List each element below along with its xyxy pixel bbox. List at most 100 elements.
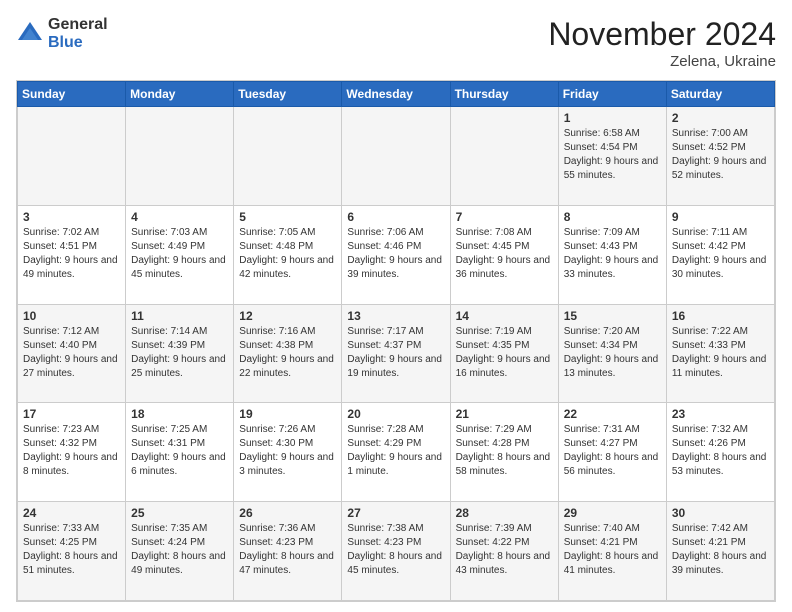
day-cell-1-0: 3 Sunrise: 7:02 AM Sunset: 4:51 PM Daylig… [18, 205, 126, 304]
day-info: Sunrise: 7:02 AM Sunset: 4:51 PM Dayligh… [23, 226, 120, 282]
day-number: 24 [23, 506, 120, 520]
day-number: 11 [131, 309, 228, 323]
day-cell-2-6: 16 Sunrise: 7:22 AM Sunset: 4:33 PM Dayli… [666, 304, 774, 403]
logo-general-text: General [48, 16, 108, 34]
day-cell-0-0 [18, 107, 126, 206]
day-info: Sunrise: 7:36 AM Sunset: 4:23 PM Dayligh… [239, 522, 336, 578]
col-wednesday: Wednesday [342, 82, 450, 107]
day-number: 21 [456, 407, 553, 421]
day-number: 5 [239, 210, 336, 224]
day-info: Sunrise: 7:31 AM Sunset: 4:27 PM Dayligh… [564, 423, 661, 479]
col-friday: Friday [558, 82, 666, 107]
day-number: 25 [131, 506, 228, 520]
col-sunday: Sunday [18, 82, 126, 107]
day-info: Sunrise: 7:38 AM Sunset: 4:23 PM Dayligh… [347, 522, 444, 578]
day-cell-2-2: 12Sunrise: 7:16 AM Sunset: 4:38 PM Dayli… [234, 304, 342, 403]
day-info: Sunrise: 7:00 AM Sunset: 4:52 PM Dayligh… [672, 127, 769, 183]
day-cell-3-2: 19 Sunrise: 7:26 AM Sunset: 4:30 PM Dayli… [234, 403, 342, 502]
day-info: Sunrise: 7:29 AM Sunset: 4:28 PM Dayligh… [456, 423, 553, 479]
week-row-3: 10Sunrise: 7:12 AM Sunset: 4:40 PM Dayli… [18, 304, 775, 403]
week-row-1: 1 Sunrise: 6:58 AM Sunset: 4:54 PM Daylig… [18, 107, 775, 206]
day-number: 7 [456, 210, 553, 224]
day-cell-0-1 [126, 107, 234, 206]
day-number: 12 [239, 309, 336, 323]
day-cell-1-5: 8Sunrise: 7:09 AM Sunset: 4:43 PM Daylig… [558, 205, 666, 304]
day-number: 23 [672, 407, 769, 421]
day-number: 14 [456, 309, 553, 323]
day-cell-1-3: 6 Sunrise: 7:06 AM Sunset: 4:46 PM Daylig… [342, 205, 450, 304]
day-info: Sunrise: 7:14 AM Sunset: 4:39 PM Dayligh… [131, 325, 228, 381]
col-thursday: Thursday [450, 82, 558, 107]
day-cell-2-0: 10Sunrise: 7:12 AM Sunset: 4:40 PM Dayli… [18, 304, 126, 403]
day-number: 28 [456, 506, 553, 520]
day-number: 1 [564, 111, 661, 125]
day-number: 26 [239, 506, 336, 520]
logo-icon [16, 20, 44, 48]
week-row-5: 24Sunrise: 7:33 AM Sunset: 4:25 PM Dayli… [18, 502, 775, 601]
day-cell-3-0: 17 Sunrise: 7:23 AM Sunset: 4:32 PM Dayli… [18, 403, 126, 502]
day-number: 2 [672, 111, 769, 125]
day-number: 8 [564, 210, 661, 224]
day-info: Sunrise: 7:11 AM Sunset: 4:42 PM Dayligh… [672, 226, 769, 282]
col-saturday: Saturday [666, 82, 774, 107]
day-number: 6 [347, 210, 444, 224]
day-cell-4-5: 29Sunrise: 7:40 AM Sunset: 4:21 PM Dayli… [558, 502, 666, 601]
day-info: Sunrise: 7:12 AM Sunset: 4:40 PM Dayligh… [23, 325, 120, 381]
col-monday: Monday [126, 82, 234, 107]
day-info: Sunrise: 7:39 AM Sunset: 4:22 PM Dayligh… [456, 522, 553, 578]
day-number: 20 [347, 407, 444, 421]
day-info: Sunrise: 7:25 AM Sunset: 4:31 PM Dayligh… [131, 423, 228, 479]
day-number: 4 [131, 210, 228, 224]
day-number: 15 [564, 309, 661, 323]
day-cell-2-1: 11 Sunrise: 7:14 AM Sunset: 4:39 PM Dayli… [126, 304, 234, 403]
day-cell-3-5: 22 Sunrise: 7:31 AM Sunset: 4:27 PM Dayli… [558, 403, 666, 502]
day-cell-1-1: 4 Sunrise: 7:03 AM Sunset: 4:49 PM Daylig… [126, 205, 234, 304]
day-cell-0-5: 1 Sunrise: 6:58 AM Sunset: 4:54 PM Daylig… [558, 107, 666, 206]
day-number: 19 [239, 407, 336, 421]
day-number: 16 [672, 309, 769, 323]
day-cell-1-6: 9Sunrise: 7:11 AM Sunset: 4:42 PM Daylig… [666, 205, 774, 304]
day-info: Sunrise: 7:23 AM Sunset: 4:32 PM Dayligh… [23, 423, 120, 479]
day-info: Sunrise: 6:58 AM Sunset: 4:54 PM Dayligh… [564, 127, 661, 183]
day-info: Sunrise: 7:08 AM Sunset: 4:45 PM Dayligh… [456, 226, 553, 282]
day-number: 29 [564, 506, 661, 520]
day-info: Sunrise: 7:26 AM Sunset: 4:30 PM Dayligh… [239, 423, 336, 479]
day-info: Sunrise: 7:22 AM Sunset: 4:33 PM Dayligh… [672, 325, 769, 381]
day-cell-4-0: 24Sunrise: 7:33 AM Sunset: 4:25 PM Dayli… [18, 502, 126, 601]
day-number: 17 [23, 407, 120, 421]
month-title: November 2024 [548, 16, 776, 53]
col-tuesday: Tuesday [234, 82, 342, 107]
day-number: 13 [347, 309, 444, 323]
day-cell-3-4: 21 Sunrise: 7:29 AM Sunset: 4:28 PM Dayli… [450, 403, 558, 502]
day-cell-4-6: 30Sunrise: 7:42 AM Sunset: 4:21 PM Dayli… [666, 502, 774, 601]
day-cell-0-2 [234, 107, 342, 206]
day-info: Sunrise: 7:05 AM Sunset: 4:48 PM Dayligh… [239, 226, 336, 282]
day-cell-0-4 [450, 107, 558, 206]
day-number: 27 [347, 506, 444, 520]
day-info: Sunrise: 7:28 AM Sunset: 4:29 PM Dayligh… [347, 423, 444, 479]
day-cell-2-3: 13Sunrise: 7:17 AM Sunset: 4:37 PM Dayli… [342, 304, 450, 403]
day-info: Sunrise: 7:35 AM Sunset: 4:24 PM Dayligh… [131, 522, 228, 578]
day-number: 22 [564, 407, 661, 421]
day-cell-3-1: 18Sunrise: 7:25 AM Sunset: 4:31 PM Dayli… [126, 403, 234, 502]
day-info: Sunrise: 7:03 AM Sunset: 4:49 PM Dayligh… [131, 226, 228, 282]
week-row-4: 17 Sunrise: 7:23 AM Sunset: 4:32 PM Dayli… [18, 403, 775, 502]
day-cell-3-3: 20 Sunrise: 7:28 AM Sunset: 4:29 PM Dayli… [342, 403, 450, 502]
week-row-2: 3 Sunrise: 7:02 AM Sunset: 4:51 PM Daylig… [18, 205, 775, 304]
day-cell-0-3 [342, 107, 450, 206]
title-block: November 2024 Zelena, Ukraine [548, 16, 776, 70]
day-cell-1-4: 7 Sunrise: 7:08 AM Sunset: 4:45 PM Daylig… [450, 205, 558, 304]
logo-text: General Blue [48, 16, 108, 51]
day-info: Sunrise: 7:20 AM Sunset: 4:34 PM Dayligh… [564, 325, 661, 381]
day-cell-4-3: 27 Sunrise: 7:38 AM Sunset: 4:23 PM Dayli… [342, 502, 450, 601]
calendar-header-row: Sunday Monday Tuesday Wednesday Thursday… [18, 82, 775, 107]
day-cell-0-6: 2 Sunrise: 7:00 AM Sunset: 4:52 PM Daylig… [666, 107, 774, 206]
header: General Blue November 2024 Zelena, Ukrai… [16, 16, 776, 70]
day-number: 3 [23, 210, 120, 224]
location: Zelena, Ukraine [548, 53, 776, 70]
logo-blue-text: Blue [48, 34, 108, 52]
day-cell-2-4: 14Sunrise: 7:19 AM Sunset: 4:35 PM Dayli… [450, 304, 558, 403]
day-info: Sunrise: 7:06 AM Sunset: 4:46 PM Dayligh… [347, 226, 444, 282]
day-cell-4-4: 28 Sunrise: 7:39 AM Sunset: 4:22 PM Dayli… [450, 502, 558, 601]
page: General Blue November 2024 Zelena, Ukrai… [0, 0, 792, 612]
